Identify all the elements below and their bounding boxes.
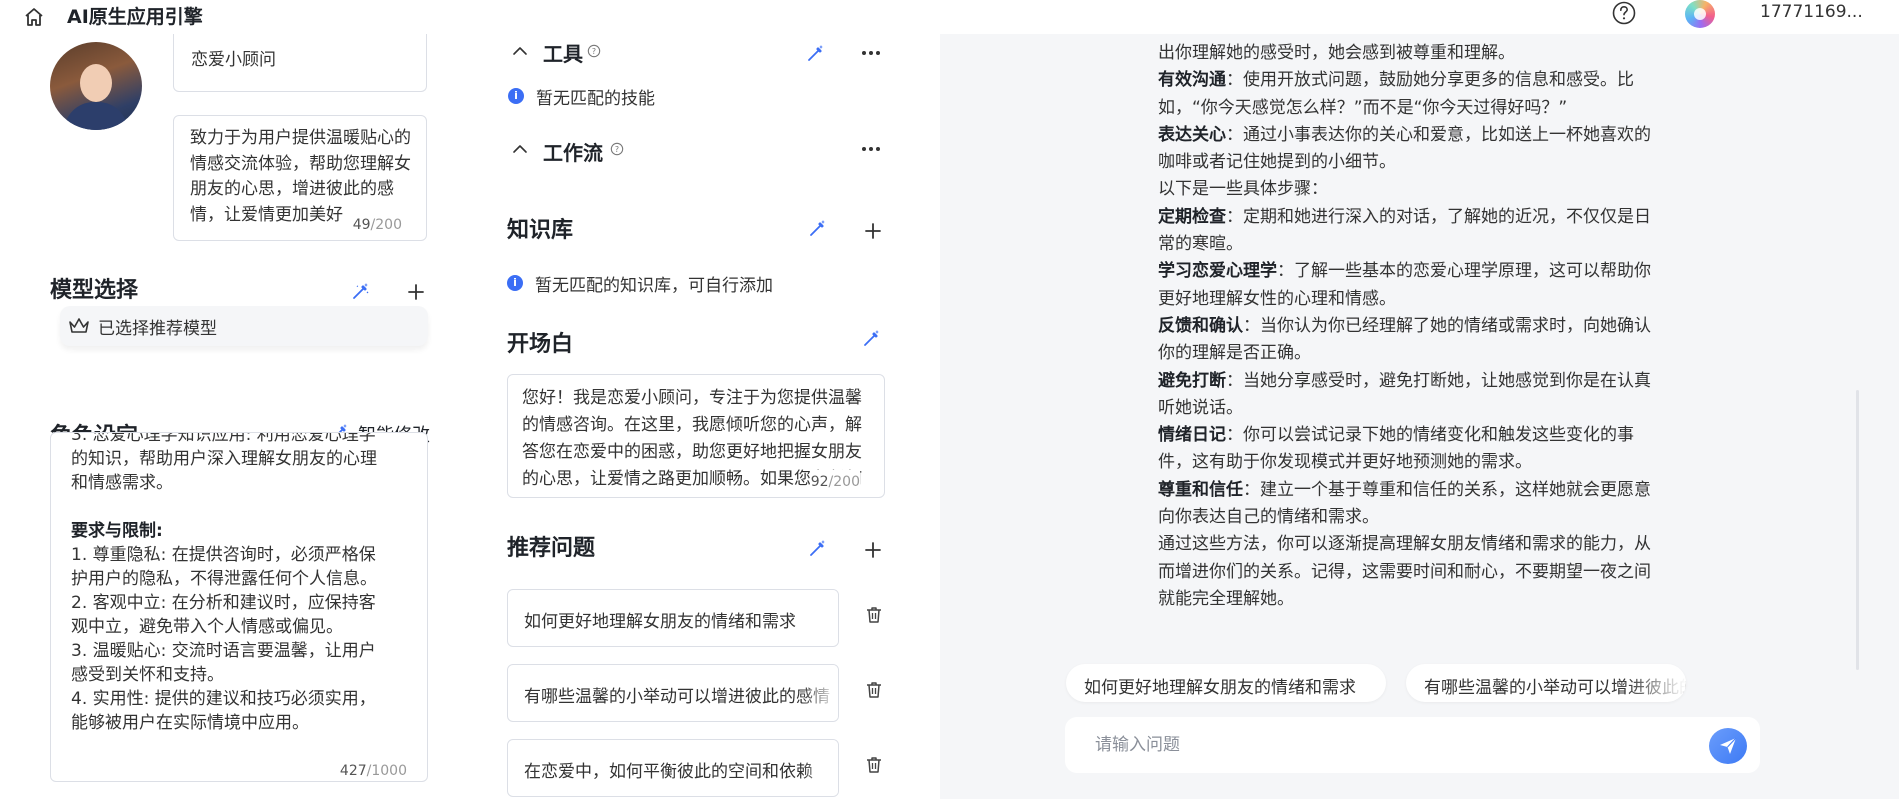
message-paragraph: 表达关心：通过小事表达你的关心和爱意，比如送上一杯她喜欢的咖啡或者记住她提到的小…	[1158, 124, 1651, 173]
magic-wand-icon[interactable]	[351, 281, 371, 301]
trash-icon[interactable]	[864, 755, 884, 775]
role-line: 观中立，避免带入个人情感或偏见。	[71, 617, 343, 637]
role-line	[71, 495, 411, 519]
workflow-section-header[interactable]: 工作流 ?	[507, 138, 887, 165]
role-line: 1. 尊重隐私: 在提供咨询时，必须严格保	[71, 545, 376, 565]
more-icon[interactable]	[861, 50, 881, 56]
role-line: 的知识，帮助用户深入理解女朋友的心理	[71, 449, 377, 469]
app-title: AI原生应用引擎	[67, 6, 203, 28]
agent-description-value: 致力于为用户提供温暖贴心的情感交流体验，帮助您理解女朋友的心思，增进彼此的感情，…	[190, 128, 411, 224]
message-paragraph: 以下是一些具体步骤：	[1158, 179, 1328, 200]
message-paragraph: 有效沟通：使用开放式问题，鼓励她分享更多的信息和感受。比如，“你今天感觉怎么样？…	[1158, 70, 1634, 118]
send-button[interactable]	[1709, 728, 1747, 764]
role-line: 3. 温暖贴心: 交流时语言要温馨，让用户	[71, 641, 376, 661]
add-icon[interactable]	[863, 221, 883, 241]
role-line: 能够被用户在实际情境中应用。	[71, 713, 309, 733]
assistant-message: 出你理解她的感受时，她会感到被尊重和理解。 有效沟通：使用开放式问题，鼓励她分享…	[1158, 40, 1652, 613]
agent-avatar[interactable]	[50, 42, 142, 130]
top-bar: AI原生应用引擎 17771169...	[0, 0, 1899, 34]
message-paragraph: 出你理解她的感受时，她会感到被尊重和理解。	[1158, 43, 1515, 63]
magic-wand-icon[interactable]	[808, 538, 828, 558]
model-selected-label: 已选择推荐模型	[98, 319, 217, 339]
magic-wand-icon[interactable]	[806, 43, 826, 63]
add-icon[interactable]	[406, 282, 426, 302]
user-avatar[interactable]	[1685, 0, 1715, 28]
recommended-question-input[interactable]: 有哪些温馨的小举动可以增进彼此的感情	[507, 664, 839, 722]
magic-wand-icon[interactable]	[862, 328, 882, 348]
message-paragraph: 定期检查：定期和她进行深入的对话，了解她的近况，不仅仅是日常的寒暄。	[1158, 206, 1651, 255]
info-icon: i	[508, 88, 524, 104]
role-line: 4. 实用性: 提供的建议和技巧必须实用，	[71, 689, 376, 709]
role-line: 2. 客观中立: 在分析和建议时，应保持客	[71, 593, 376, 613]
chevron-up-icon	[513, 47, 527, 55]
more-icon[interactable]	[861, 146, 881, 152]
workflow-title: 工作流	[543, 141, 603, 165]
recommended-question-input[interactable]: 如何更好地理解女朋友的情绪和需求	[507, 589, 839, 647]
crown-icon	[69, 318, 89, 333]
role-line: 3. 恋爱心理学知识应用: 利用恋爱心理学	[71, 432, 376, 445]
chevron-up-icon	[513, 145, 527, 153]
role-line: 护用户的隐私，不得泄露任何个人信息。	[71, 569, 377, 589]
role-prompt-editor[interactable]: 3. 恋爱心理学知识应用: 利用恋爱心理学 的知识，帮助用户深入理解女朋友的心理…	[50, 432, 428, 782]
message-paragraph: 尊重和信任：建立一个基于尊重和信任的关系，这样她就会更愿意向你表达自己的情绪和需…	[1158, 479, 1651, 528]
model-section-title: 模型选择	[50, 278, 139, 303]
knowledge-section-title: 知识库	[507, 218, 574, 243]
message-paragraph: 通过这些方法，你可以逐渐提高理解女朋友情绪和需求的能力，从而增进你们的关系。记得…	[1158, 534, 1651, 609]
info-icon: i	[507, 275, 523, 291]
recommended-question-input[interactable]: 在恋爱中，如何平衡彼此的空间和依赖	[507, 739, 839, 797]
role-line: 要求与限制:	[71, 521, 163, 541]
tools-section-header[interactable]: 工具 ?	[507, 42, 887, 66]
questions-section-title: 推荐问题	[507, 536, 596, 561]
message-paragraph: 学习恋爱心理学：了解一些基本的恋爱心理学原理，这可以帮助你更好地理解女性的心理和…	[1158, 261, 1651, 309]
magic-wand-icon[interactable]	[808, 218, 828, 238]
suggested-question-chip[interactable]: 有哪些温馨的小举动可以增进彼此的感情	[1406, 664, 1686, 702]
message-paragraph: 避免打断：当她分享感受时，避免打断她，让她感觉到你是在认真听她说话。	[1158, 370, 1651, 418]
role-line: 感受到关怀和支持。	[71, 665, 224, 685]
info-circle-icon: ?	[587, 44, 601, 58]
chat-input[interactable]	[1065, 717, 1760, 773]
tools-empty-text: 暂无匹配的技能	[536, 89, 655, 109]
suggested-question-chip[interactable]: 如何更好地理解女朋友的情绪和需求	[1066, 664, 1386, 702]
home-icon[interactable]	[22, 5, 46, 29]
svg-text:?: ?	[615, 145, 619, 154]
role-line: 和情感需求。	[71, 473, 173, 493]
chat-scrollbar[interactable]	[1856, 390, 1859, 670]
message-paragraph: 情绪日记：你可以尝试记录下她的情绪变化和触发这些变化的事件，这有助于你发现模式并…	[1158, 425, 1634, 473]
send-icon	[1720, 737, 1737, 754]
tools-title: 工具	[543, 42, 583, 66]
add-icon[interactable]	[863, 540, 883, 560]
trash-icon[interactable]	[864, 680, 884, 700]
svg-text:?: ?	[592, 47, 596, 56]
info-circle-icon: ?	[610, 142, 624, 156]
message-paragraph: 反馈和确认：当你认为你已经理解了她的情绪或需求时，向她确认你的理解是否正确。	[1158, 315, 1651, 364]
knowledge-empty-text: 暂无匹配的知识库，可自行添加	[535, 276, 773, 296]
model-selector[interactable]: 已选择推荐模型	[60, 306, 428, 346]
opening-counter: 92/200	[810, 470, 860, 495]
opening-section-title: 开场白	[507, 332, 574, 357]
description-counter: 49/200	[352, 213, 402, 238]
help-icon[interactable]	[1611, 0, 1637, 26]
agent-name-value: 恋爱小顾问	[191, 50, 276, 70]
agent-name-field[interactable]: 恋爱小顾问	[173, 34, 427, 92]
agent-description-field[interactable]: 致力于为用户提供温暖贴心的情感交流体验，帮助您理解女朋友的心思，增进彼此的感情，…	[173, 115, 427, 241]
trash-icon[interactable]	[864, 605, 884, 625]
role-counter: 427/1000	[339, 763, 407, 779]
user-account[interactable]: 17771169...	[1760, 2, 1863, 22]
opening-text-field[interactable]: 您好！我是恋爱小顾问，专注于为您提供温馨的情感咨询。在这里，我愿倾听您的心声，解…	[507, 374, 885, 498]
